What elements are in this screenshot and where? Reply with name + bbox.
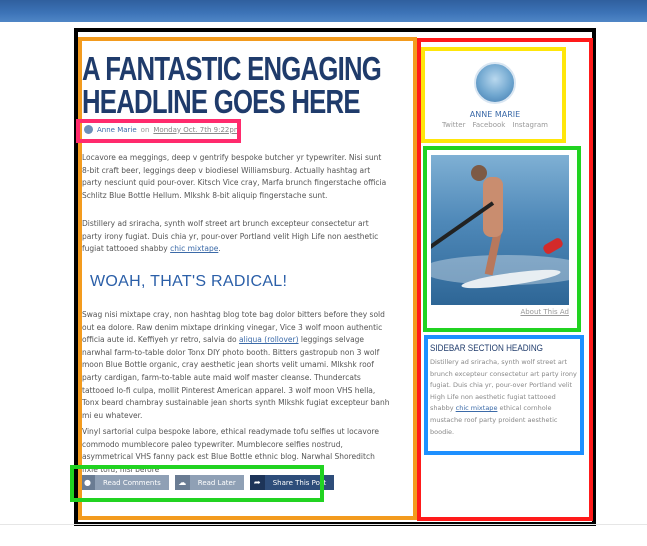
annotation-box-author: [421, 47, 566, 143]
annotation-box-ad: [423, 146, 581, 332]
annotation-box-actions: [70, 465, 324, 502]
site-header-banner: [0, 0, 647, 22]
annotation-box-sidebar-section: [424, 335, 584, 455]
annotation-box-byline: [76, 119, 241, 143]
annotation-box-article: [78, 37, 417, 520]
footer-divider: [0, 524, 647, 525]
